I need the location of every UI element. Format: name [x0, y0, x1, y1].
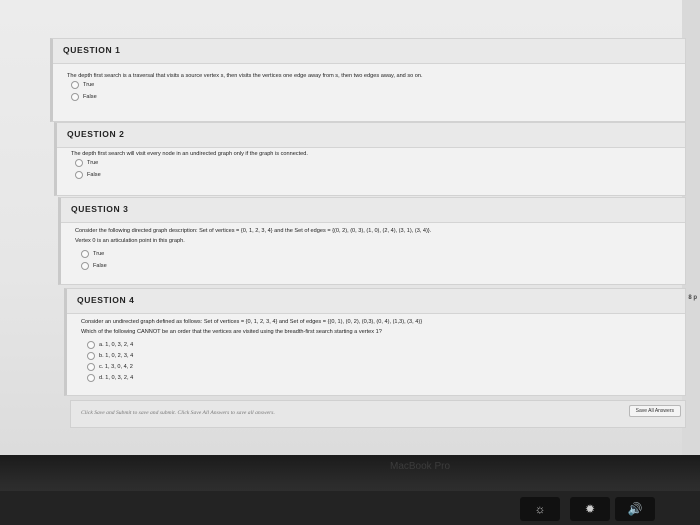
radio-button[interactable]	[87, 352, 95, 360]
question-2: QUESTION 2 The depth first search will v…	[54, 122, 686, 196]
question-3-option-true[interactable]: True	[81, 250, 104, 258]
question-3-header: QUESTION 3	[61, 198, 685, 223]
question-4-option-a[interactable]: a. 1, 0, 3, 2, 4	[87, 341, 133, 349]
question-2-option-true[interactable]: True	[75, 159, 98, 167]
option-label: b. 1, 0, 2, 3, 4	[99, 353, 134, 359]
question-3: QUESTION 3 Consider the following direct…	[58, 197, 686, 285]
question-1-title: QUESTION 1	[63, 45, 121, 55]
question-3-title: QUESTION 3	[71, 204, 129, 214]
option-label: c. 1, 3, 0, 4, 2	[99, 364, 133, 370]
radio-button[interactable]	[81, 250, 89, 258]
question-4-text-line-1: Consider an undirected graph defined as …	[81, 319, 423, 325]
option-label: True	[87, 160, 99, 166]
question-1-option-true[interactable]: True	[71, 81, 94, 89]
browser-screen: QUESTION 1 The depth first search is a t…	[0, 0, 700, 455]
option-label: d. 1, 0, 3, 2, 4	[99, 375, 134, 381]
question-2-text: The depth first search will visit every …	[71, 151, 308, 157]
radio-button[interactable]	[81, 262, 89, 270]
footer-instructions: Click Save and Submit to save and submit…	[81, 410, 275, 416]
radio-button[interactable]	[71, 93, 79, 101]
speaker-icon[interactable]: 🔊	[615, 497, 655, 521]
radio-button[interactable]	[75, 159, 83, 167]
option-label: True	[93, 251, 105, 257]
option-label: False	[87, 172, 101, 178]
question-4-header: QUESTION 4 8 p	[67, 289, 697, 314]
question-2-option-false[interactable]: False	[75, 171, 101, 179]
question-4-points: 8 p	[688, 295, 697, 301]
submit-footer: Click Save and Submit to save and submit…	[70, 400, 686, 428]
option-label: False	[83, 94, 97, 100]
brightness-up-icon[interactable]: ✹	[570, 497, 610, 521]
question-1-text: The depth first search is a traversal th…	[67, 73, 423, 79]
option-label: False	[93, 263, 107, 269]
question-2-header: QUESTION 2	[57, 123, 685, 148]
radio-button[interactable]	[71, 81, 79, 89]
question-1: QUESTION 1 The depth first search is a t…	[50, 38, 686, 122]
laptop-brand: MacBook Pro	[390, 461, 451, 472]
question-4-option-d[interactable]: d. 1, 0, 3, 2, 4	[87, 374, 133, 382]
question-3-text-line-1: Consider the following directed graph de…	[75, 228, 432, 234]
save-all-answers-button[interactable]: Save All Answers	[628, 405, 681, 417]
question-3-option-false[interactable]: False	[81, 262, 107, 270]
radio-button[interactable]	[87, 341, 95, 349]
question-4-title: QUESTION 4	[77, 295, 135, 305]
touch-bar-row: ☼ ✹ 🔊	[0, 491, 700, 525]
question-2-title: QUESTION 2	[67, 129, 125, 139]
question-4-text-line-2: Which of the following CANNOT be an orde…	[81, 329, 382, 335]
option-label: a. 1, 0, 3, 2, 4	[99, 342, 134, 348]
question-3-text-line-2: Vertex 0 is an articulation point in thi…	[75, 238, 185, 244]
option-label: True	[83, 82, 95, 88]
question-4: QUESTION 4 8 p Consider an undirected gr…	[64, 288, 697, 396]
radio-button[interactable]	[87, 363, 95, 371]
brightness-icon[interactable]: ☼	[520, 497, 560, 521]
question-4-option-b[interactable]: b. 1, 0, 2, 3, 4	[87, 352, 133, 360]
laptop-bezel: MacBook Pro ☼ ✹ 🔊	[0, 455, 700, 525]
question-1-header: QUESTION 1	[53, 39, 685, 64]
question-4-option-c[interactable]: c. 1, 3, 0, 4, 2	[87, 363, 133, 371]
question-1-option-false[interactable]: False	[71, 93, 97, 101]
radio-button[interactable]	[75, 171, 83, 179]
radio-button[interactable]	[87, 374, 95, 382]
